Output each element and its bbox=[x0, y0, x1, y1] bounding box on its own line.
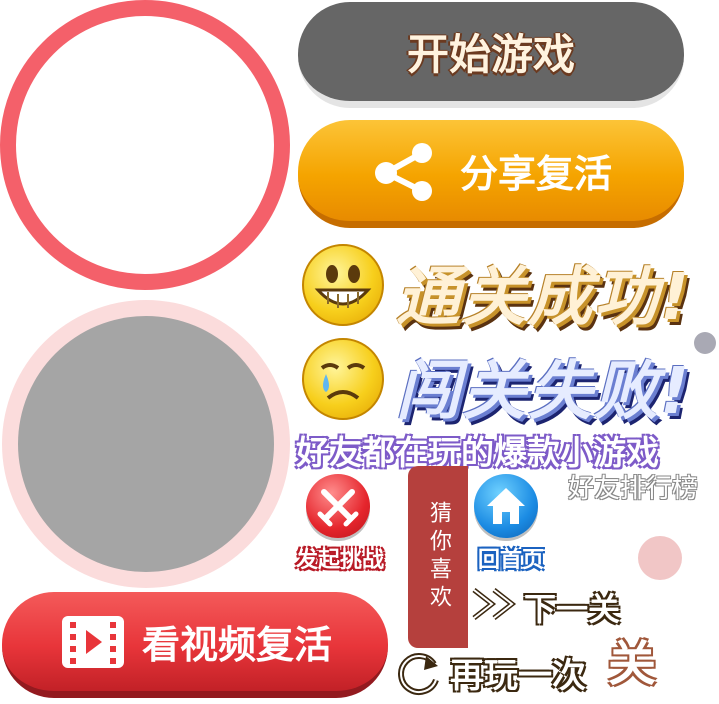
next-level-button[interactable]: 下一关 bbox=[524, 584, 620, 630]
avatar-frame-red bbox=[0, 0, 290, 290]
friend-rank-link[interactable]: 好友排行榜 bbox=[568, 468, 698, 505]
avatar-placeholder bbox=[18, 316, 274, 572]
gray-dot bbox=[694, 332, 716, 354]
guess-you-like-label: 猜你喜欢 bbox=[426, 501, 451, 613]
close-label[interactable]: 关 bbox=[608, 624, 656, 694]
video-revive-button[interactable]: 看视频复活 bbox=[2, 592, 388, 698]
video-icon bbox=[61, 615, 124, 668]
home-label[interactable]: 回首页 bbox=[478, 542, 544, 574]
lose-title: 闯关失败! bbox=[396, 355, 692, 429]
share-revive-button[interactable]: 分享复活 bbox=[298, 120, 684, 228]
friends-title: 好友都在玩的爆款小游戏 bbox=[296, 433, 659, 472]
win-title: 通关成功! bbox=[396, 261, 692, 335]
pink-dot bbox=[638, 536, 682, 580]
home-button[interactable] bbox=[474, 474, 538, 538]
share-revive-label: 分享复活 bbox=[459, 152, 612, 196]
start-game-button[interactable]: 开始游戏 bbox=[298, 2, 684, 108]
sad-icon bbox=[302, 338, 384, 420]
guess-you-like-tab[interactable]: 猜你喜欢 bbox=[408, 466, 468, 648]
home-icon bbox=[487, 488, 525, 524]
avatar-frame-pink bbox=[2, 300, 290, 588]
next-arrow-icon bbox=[472, 588, 517, 620]
replay-icon bbox=[398, 653, 439, 695]
start-game-label: 开始游戏 bbox=[406, 30, 575, 79]
replay-button[interactable]: 再玩一次 bbox=[450, 648, 586, 697]
challenge-button[interactable] bbox=[306, 474, 370, 538]
video-revive-label: 看视频复活 bbox=[141, 623, 332, 667]
smile-icon bbox=[302, 244, 384, 326]
challenge-label[interactable]: 发起挑战 bbox=[296, 542, 384, 574]
share-icon bbox=[374, 142, 432, 201]
swords-icon bbox=[317, 489, 359, 527]
